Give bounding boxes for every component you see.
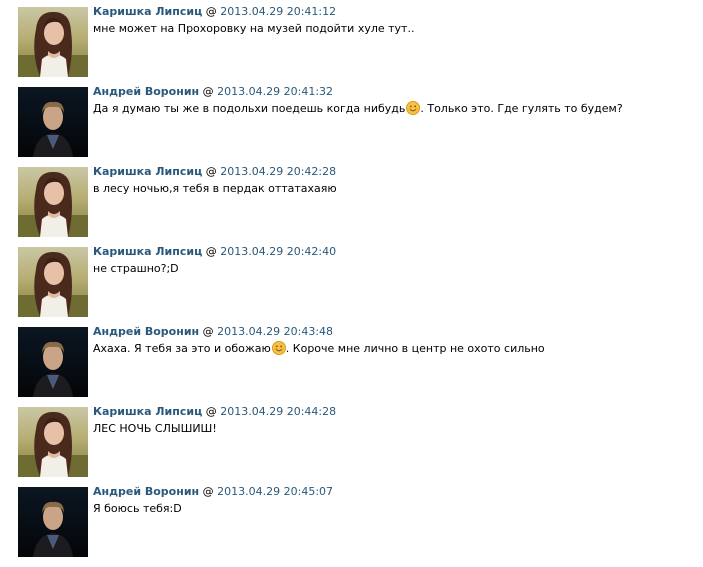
separator: @ [202, 485, 214, 498]
author-name[interactable]: Каришка Липсиц [93, 245, 202, 258]
avatar[interactable] [18, 327, 88, 397]
author-name[interactable]: Андрей Воронин [93, 85, 199, 98]
message-text: Я боюсь тебя:D [93, 501, 182, 516]
message-text: Ахаха. Я тебя за это и обожаю . Короче мн… [93, 341, 545, 356]
girl-portrait-avatar [18, 7, 88, 77]
message-item: Каришка Липсиц @ 2013.04.29 20:42:28 в л… [0, 160, 703, 237]
author-name[interactable]: Каришка Липсиц [93, 5, 202, 18]
message-timestamp[interactable]: 2013.04.29 20:41:32 [217, 85, 333, 98]
boy-portrait-avatar [18, 327, 88, 397]
message-text: не страшно?;D [93, 261, 179, 276]
message-text: мне может на Прохоровку на музей подойти… [93, 21, 414, 36]
author-name[interactable]: Каришка Липсиц [93, 405, 202, 418]
message-timestamp[interactable]: 2013.04.29 20:42:40 [220, 245, 336, 258]
message-timestamp[interactable]: 2013.04.29 20:44:28 [220, 405, 336, 418]
separator: @ [205, 5, 217, 18]
message-item: Каришка Липсиц @ 2013.04.29 20:44:28 ЛЕС… [0, 400, 703, 477]
avatar[interactable] [18, 487, 88, 557]
message-header: Андрей Воронин @ 2013.04.29 20:41:32 [93, 84, 333, 99]
avatar[interactable] [18, 7, 88, 77]
message-timestamp[interactable]: 2013.04.29 20:41:12 [220, 5, 336, 18]
author-name[interactable]: Андрей Воронин [93, 485, 199, 498]
message-header: Андрей Воронин @ 2013.04.29 20:43:48 [93, 324, 333, 339]
message-header: Каришка Липсиц @ 2013.04.29 20:41:12 [93, 4, 336, 19]
message-text-part: Я боюсь тебя:D [93, 502, 182, 515]
separator: @ [202, 85, 214, 98]
message-text-part: мне может на Прохоровку на музей подойти… [93, 22, 415, 35]
message-text-part: Ахаха. Я тебя за это и обожаю [93, 342, 271, 355]
message-header: Каришка Липсиц @ 2013.04.29 20:44:28 [93, 404, 336, 419]
boy-portrait-avatar [18, 487, 88, 557]
author-name[interactable]: Каришка Липсиц [93, 165, 202, 178]
boy-portrait-avatar [18, 87, 88, 157]
message-text-part: Да я думаю ты же в подольхи поедешь когд… [93, 102, 406, 115]
message-text: в лесу ночью,я тебя в пердак оттатахаяю [93, 181, 337, 196]
message-text-part: ЛЕС НОЧЬ СЛЫШИШ! [93, 422, 217, 435]
avatar[interactable] [18, 407, 88, 477]
smiling-face-icon [271, 341, 286, 355]
message-header: Каришка Липсиц @ 2013.04.29 20:42:40 [93, 244, 336, 259]
message-text: ЛЕС НОЧЬ СЛЫШИШ! [93, 421, 217, 436]
avatar[interactable] [18, 87, 88, 157]
avatar[interactable] [18, 167, 88, 237]
avatar[interactable] [18, 247, 88, 317]
message-header: Андрей Воронин @ 2013.04.29 20:45:07 [93, 484, 333, 499]
message-text-part: не страшно?;D [93, 262, 179, 275]
message-header: Каришка Липсиц @ 2013.04.29 20:42:28 [93, 164, 336, 179]
message-item: Андрей Воронин @ 2013.04.29 20:45:07 Я б… [0, 480, 703, 557]
girl-portrait-avatar [18, 407, 88, 477]
message-text: Да я думаю ты же в подольхи поедешь когд… [93, 101, 623, 116]
smiling-face-icon [406, 101, 421, 115]
separator: @ [205, 405, 217, 418]
separator: @ [205, 245, 217, 258]
girl-portrait-avatar [18, 167, 88, 237]
message-text-part: . Только это. Где гулять то будем? [420, 102, 623, 115]
message-timestamp[interactable]: 2013.04.29 20:43:48 [217, 325, 333, 338]
message-text-part: . Короче мне лично в центр не охото силь… [285, 342, 545, 355]
separator: @ [202, 325, 214, 338]
girl-portrait-avatar [18, 247, 88, 317]
message-timestamp[interactable]: 2013.04.29 20:42:28 [220, 165, 336, 178]
separator: @ [205, 165, 217, 178]
message-item: Андрей Воронин @ 2013.04.29 20:41:32 Да … [0, 80, 703, 157]
message-timestamp[interactable]: 2013.04.29 20:45:07 [217, 485, 333, 498]
message-item: Каришка Липсиц @ 2013.04.29 20:41:12 мне… [0, 0, 703, 77]
message-item: Каришка Липсиц @ 2013.04.29 20:42:40 не … [0, 240, 703, 317]
author-name[interactable]: Андрей Воронин [93, 325, 199, 338]
message-item: Андрей Воронин @ 2013.04.29 20:43:48 Аха… [0, 320, 703, 397]
message-text-part: в лесу ночью,я тебя в пердак оттатахаяю [93, 182, 337, 195]
